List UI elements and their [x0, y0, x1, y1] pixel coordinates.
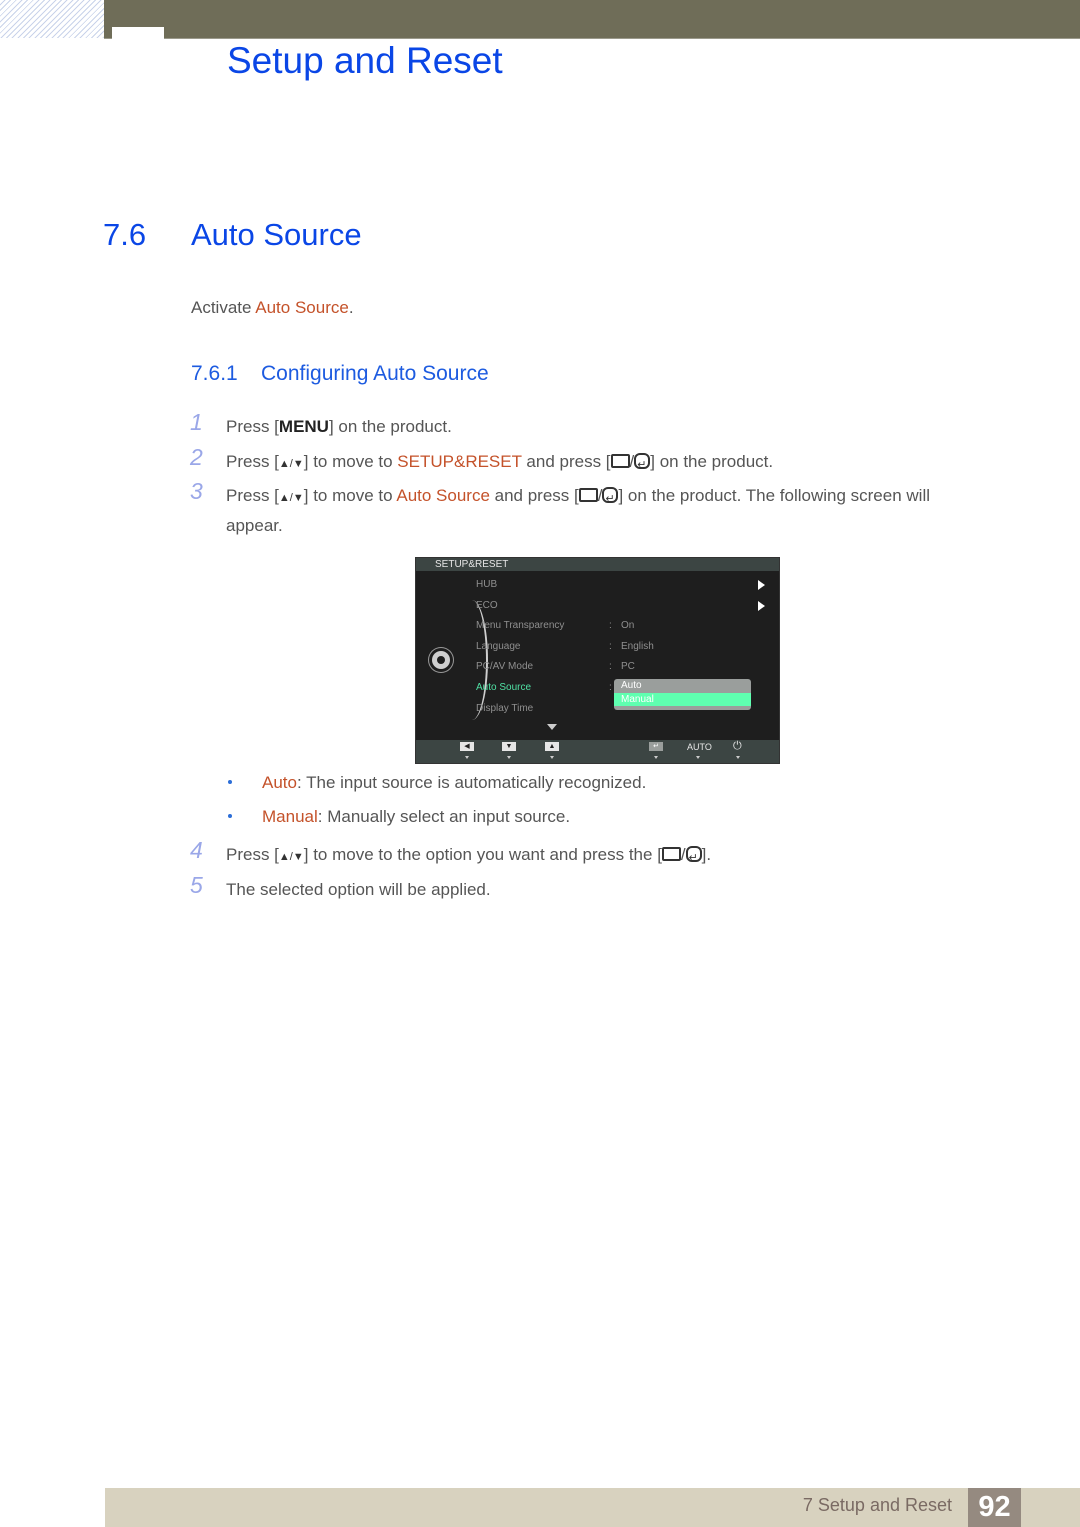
step-target: SETUP&RESET — [397, 452, 522, 471]
bullet-term: Manual — [262, 807, 318, 826]
osd-separator: : — [609, 661, 612, 672]
osd-separator: : — [609, 641, 612, 652]
chapter-title: Setup and Reset — [227, 40, 503, 81]
button-indicator — [507, 756, 511, 759]
step-number: 5 — [190, 872, 203, 898]
bullet-text: Manual: Manually select an input source. — [262, 807, 570, 827]
page-number: 92 — [968, 1488, 1021, 1527]
step-text: Press [▲/▼] to move to SETUP&RESET and p… — [226, 448, 986, 479]
step-number: 1 — [190, 409, 203, 435]
osd-value-pc-av-mode: PC — [621, 661, 635, 672]
step-text-part: ] on the product. — [328, 417, 452, 436]
osd-item-eco: ECO — [476, 600, 498, 611]
intro-text: Activate — [191, 298, 256, 317]
osd-button-bar: ◀ ▼ ▲ ↵ AUTO ⏻ — [416, 740, 779, 763]
down-button-icon: ▼ — [502, 742, 516, 751]
auto-source-dropdown: Auto Manual — [614, 679, 751, 710]
osd-item-display-time: Display Time — [476, 703, 534, 714]
up-down-arrows-icon: ▲/▼ — [278, 458, 304, 470]
bullet-dot-icon — [228, 780, 232, 784]
step-text-part: Press [ — [226, 486, 279, 505]
bullet-desc: : Manually select an input source. — [317, 807, 571, 826]
osd-curve-decoration — [456, 600, 488, 720]
intro-highlight: Auto Source — [255, 298, 349, 317]
enter-button-icon — [602, 485, 619, 513]
section-number: 7.6 — [103, 217, 147, 252]
bullet-desc: : The input source is automatically reco… — [296, 773, 647, 792]
enter-button-icon — [634, 451, 651, 479]
osd-menu-screenshot: SETUP&RESET HUB ECO Menu Transparency : … — [415, 557, 780, 764]
submenu-arrow-icon — [758, 601, 765, 611]
header-tab-decoration — [112, 27, 164, 39]
step-text-part: ] on the product. The following screen w… — [618, 486, 931, 505]
section-title: Auto Source — [191, 217, 362, 252]
step-text-part: ] to move to — [303, 486, 397, 505]
step-text-part: and press [ — [521, 452, 611, 471]
button-indicator — [736, 756, 740, 759]
osd-separator: : — [609, 682, 612, 693]
step-text-part: ] on the product. — [650, 452, 774, 471]
button-indicator — [465, 756, 469, 759]
bullet-text: Auto: The input source is automatically … — [262, 773, 646, 793]
osd-item-pc-av-mode: PC/AV Mode — [476, 661, 534, 672]
osd-item-hub: HUB — [476, 579, 498, 590]
section-intro: Activate Auto Source. — [191, 298, 354, 318]
up-down-arrows-icon: ▲/▼ — [278, 492, 304, 504]
power-icon: ⏻ — [733, 740, 742, 752]
intro-suffix: . — [348, 298, 354, 317]
osd-item-language: Language — [476, 641, 521, 652]
step-number: 4 — [190, 837, 203, 863]
scroll-down-icon — [547, 724, 557, 730]
osd-separator: : — [609, 620, 612, 631]
source-button-icon — [610, 454, 630, 468]
up-down-arrows-icon: ▲/▼ — [278, 851, 304, 863]
header-bar — [104, 0, 1080, 39]
header-hatch-decoration — [0, 0, 104, 38]
step-text-part: Press [ — [226, 845, 279, 864]
bullet-dot-icon — [228, 814, 232, 818]
subsection-number: 7.6.1 — [191, 362, 238, 385]
source-button-icon — [661, 847, 681, 861]
step-text-part: Press [ — [226, 417, 279, 436]
osd-item-auto-source: Auto Source — [476, 682, 532, 693]
step-text: Press [MENU] on the product. — [226, 413, 986, 441]
enter-button-icon — [685, 844, 702, 872]
left-button-icon: ◀ — [460, 742, 474, 751]
step-text: Press [▲/▼] to move to Auto Source and p… — [226, 482, 986, 540]
button-indicator — [654, 756, 658, 759]
bullet-term: Auto — [262, 773, 297, 792]
step-number: 2 — [190, 444, 203, 470]
enter-button-icon: ↵ — [649, 742, 663, 751]
osd-value-language: English — [621, 641, 654, 652]
step-number: 3 — [190, 478, 203, 504]
step-text-part: ] to move to the option you want and pre… — [303, 845, 662, 864]
step-text-part: ]. — [701, 845, 712, 864]
step-target: Auto Source — [396, 486, 490, 505]
dropdown-option-manual: Manual — [614, 693, 751, 706]
button-indicator — [550, 756, 554, 759]
source-button-icon — [578, 488, 598, 502]
up-button-icon: ▲ — [545, 742, 559, 751]
page-footer: 7 Setup and Reset 92 — [105, 1488, 1080, 1527]
subsection-title: Configuring Auto Source — [261, 362, 489, 385]
osd-value-menu-transparency: On — [621, 620, 635, 631]
auto-button-label: AUTO — [687, 742, 712, 752]
step-text: The selected option will be applied. — [226, 880, 491, 899]
osd-item-menu-transparency: Menu Transparency — [476, 620, 565, 631]
step-text: Press [▲/▼] to move to the option you wa… — [226, 841, 986, 872]
dropdown-option-auto: Auto — [621, 680, 642, 691]
step-text-continued: appear. — [226, 516, 283, 535]
footer-chapter-label: 7 Setup and Reset — [802, 1495, 952, 1515]
step-text-part: Press [ — [226, 452, 279, 471]
osd-header: SETUP&RESET — [416, 558, 779, 571]
step-text-part: and press [ — [489, 486, 579, 505]
step-text-part: ] to move to — [303, 452, 398, 471]
menu-key: MENU — [278, 417, 329, 436]
button-indicator — [696, 756, 700, 759]
submenu-arrow-icon — [758, 580, 765, 590]
gear-icon — [432, 651, 450, 669]
